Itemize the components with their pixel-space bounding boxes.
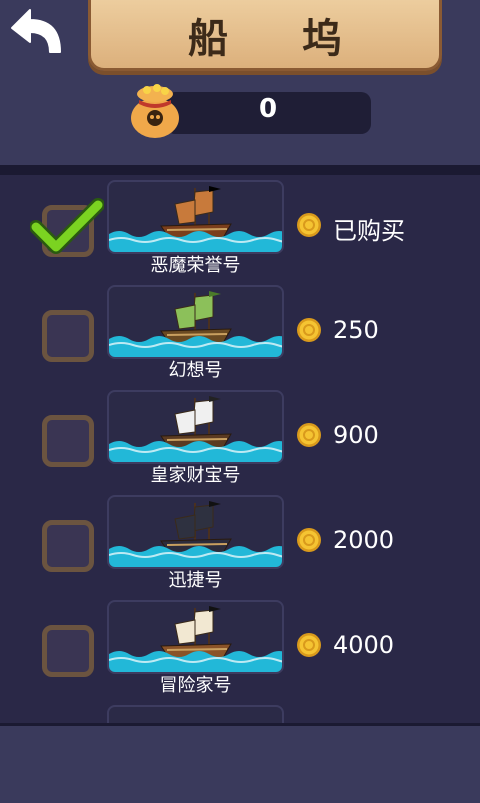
ship-card[interactable] bbox=[107, 285, 284, 359]
ship-card[interactable] bbox=[107, 390, 284, 464]
coin-balance-value: 0 bbox=[258, 94, 278, 124]
ship-card-partial[interactable] bbox=[107, 705, 284, 723]
ship-row[interactable]: 冒险家号 4000 bbox=[0, 597, 480, 702]
coin-icon bbox=[297, 318, 321, 342]
title-board: 船 坞 bbox=[88, 0, 442, 71]
ship-card[interactable] bbox=[107, 600, 284, 674]
ship-card[interactable] bbox=[107, 180, 284, 254]
checkmark-icon bbox=[30, 198, 104, 254]
coin-icon bbox=[297, 213, 321, 237]
coin-icon bbox=[297, 633, 321, 657]
header-bar: 船 坞 0 bbox=[0, 0, 480, 165]
header-divider bbox=[0, 165, 480, 175]
ship-price: 4000 bbox=[333, 631, 395, 659]
ship-icon bbox=[109, 291, 282, 357]
back-arrow-icon[interactable] bbox=[8, 6, 66, 58]
select-checkbox[interactable] bbox=[42, 520, 94, 572]
ship-name: 皇家财宝号 bbox=[150, 465, 241, 486]
ship-price: 900 bbox=[333, 421, 379, 449]
ship-name: 迅捷号 bbox=[168, 570, 223, 591]
ship-name: 恶魔荣誉号 bbox=[150, 255, 241, 276]
ship-row[interactable]: 幻想号 250 bbox=[0, 282, 480, 387]
ship-price: 2000 bbox=[333, 526, 395, 554]
coin-icon bbox=[297, 423, 321, 447]
ship-name: 幻想号 bbox=[168, 360, 223, 381]
ship-icon bbox=[109, 501, 282, 567]
ship-icon bbox=[109, 396, 282, 462]
money-bag-icon bbox=[131, 84, 179, 138]
footer-bar bbox=[0, 723, 480, 803]
ship-icon bbox=[109, 186, 282, 252]
ship-icon bbox=[109, 606, 282, 672]
page-title: 船 坞 bbox=[188, 15, 372, 62]
ship-name: 冒险家号 bbox=[159, 675, 232, 696]
ship-list: 恶魔荣誉号 已购买幻想号 250 皇家财宝号 900 迅捷号 2000 冒险家号 4000 bbox=[0, 175, 480, 723]
ship-price: 已购买 bbox=[333, 217, 405, 245]
ship-row[interactable]: 迅捷号 2000 bbox=[0, 492, 480, 597]
ship-row[interactable]: 皇家财宝号 900 bbox=[0, 387, 480, 492]
select-checkbox[interactable] bbox=[42, 310, 94, 362]
coin-icon bbox=[297, 528, 321, 552]
select-checkbox[interactable] bbox=[42, 625, 94, 677]
select-checkbox[interactable] bbox=[42, 415, 94, 467]
coin-balance-bar: 0 bbox=[165, 92, 371, 134]
ship-card[interactable] bbox=[107, 495, 284, 569]
ship-row[interactable]: 恶魔荣誉号 已购买 bbox=[0, 177, 480, 282]
ship-price: 250 bbox=[333, 316, 379, 344]
